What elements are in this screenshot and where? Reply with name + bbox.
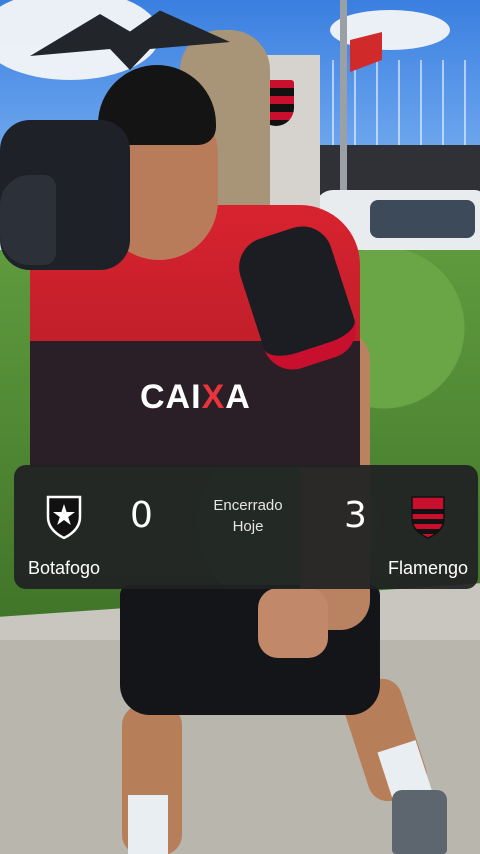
match-date-label: Hoje (232, 518, 264, 535)
match-status-label: Encerrado (213, 497, 283, 514)
background-video-frame: CAIXA (0, 0, 480, 854)
away-score: 3 (344, 495, 367, 536)
fence (310, 60, 480, 155)
home-team[interactable]: Botafogo (14, 495, 114, 579)
match-status: Encerrado Hoje (196, 495, 300, 537)
right-shoe (392, 790, 447, 854)
botafogo-crest-icon (46, 495, 82, 539)
away-team[interactable]: Flamengo (378, 495, 478, 579)
home-score: 0 (130, 495, 153, 536)
hand (258, 588, 328, 658)
away-team-name: Flamengo (387, 558, 469, 578)
jersey-sponsor: CAIXA (140, 378, 251, 416)
car-window (370, 200, 475, 238)
left-sock (128, 795, 168, 854)
home-team-name: Botafogo (27, 558, 101, 578)
match-scorecard[interactable]: Botafogo 0 Encerrado Hoje 3 Flamengo (14, 465, 478, 589)
speaker-cap (0, 175, 56, 265)
flamengo-crest-icon (411, 496, 445, 539)
cloud (330, 10, 450, 50)
